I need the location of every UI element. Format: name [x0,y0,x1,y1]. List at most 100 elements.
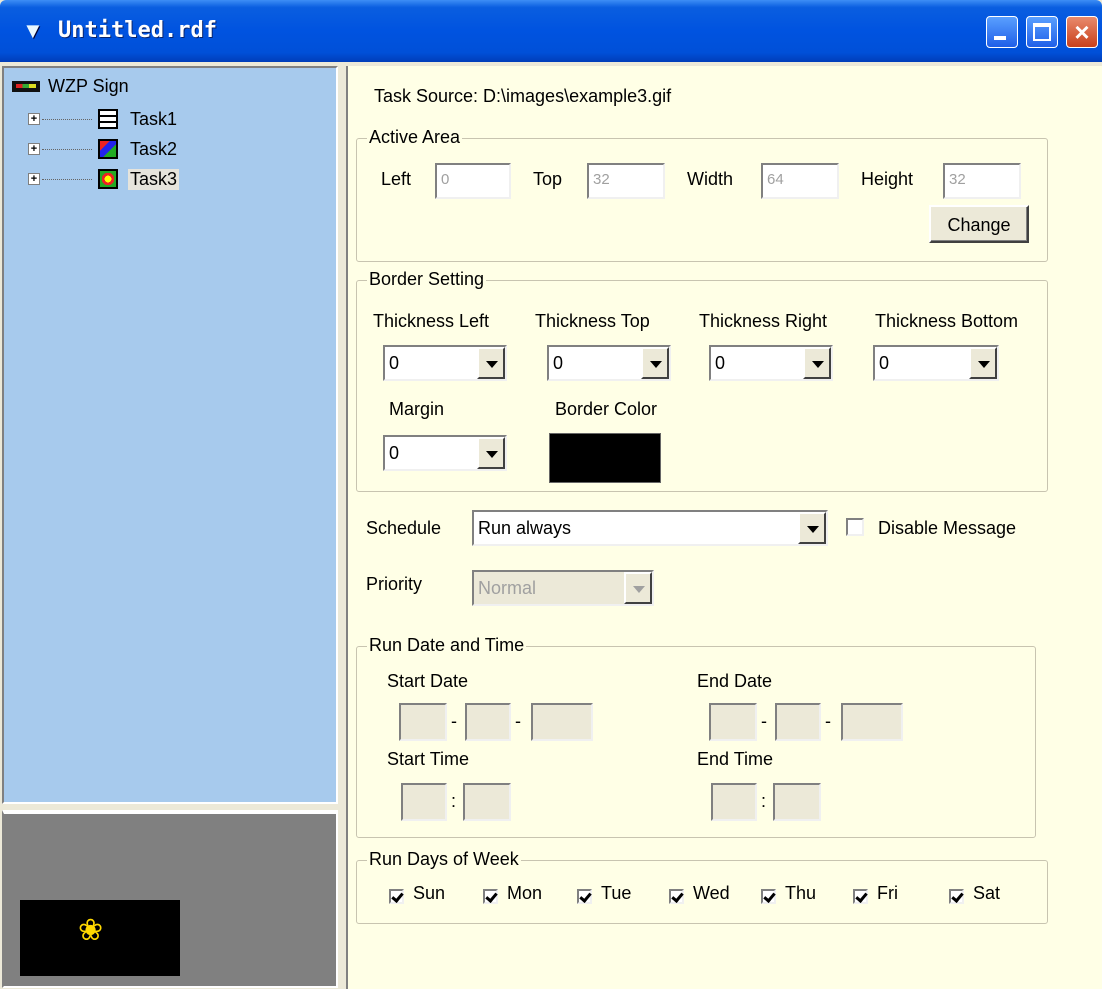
height-field[interactable]: 32 [943,163,1021,199]
width-label: Width [687,169,734,189]
height-label: Height [861,169,914,189]
end-time-label: End Time [697,749,774,769]
start-minute-field[interactable] [463,783,511,821]
date-separator: - [515,711,521,731]
border-color-label: Border Color [555,399,658,419]
thickness-top-label: Thickness Top [535,311,650,331]
day-label-sun: Sun [413,883,446,903]
width-field[interactable]: 64 [761,163,839,199]
margin-select[interactable]: 0 [383,435,507,471]
end-date-label: End Date [697,671,773,691]
tree-connector [42,178,92,180]
tree-item-task2[interactable]: + Task2 [28,136,179,162]
end-day-field[interactable] [841,703,903,741]
start-time-label: Start Time [387,749,470,769]
chevron-down-icon[interactable] [641,347,669,379]
chevron-down-icon[interactable] [969,347,997,379]
border-color-swatch[interactable] [549,433,661,483]
gif-image-icon [98,169,118,189]
close-button[interactable]: × [1066,16,1098,48]
flower-icon: ❀ [78,914,104,947]
priority-label: Priority [366,574,423,594]
tree-item-label: Task1 [130,108,178,129]
disable-message-checkbox[interactable] [846,518,864,536]
title-bar[interactable]: ▼ Untitled.rdf × [0,0,1102,62]
end-minute-field[interactable] [773,783,821,821]
task-source-label: Task Source: D:\images\example3.gif [374,86,672,106]
disable-message-label: Disable Message [878,518,1017,538]
date-separator: - [825,711,831,731]
thickness-left-value: 0 [389,353,400,373]
run-days-group: Run Days of Week Sun Mon Tue Wed Thu Fri… [356,849,1048,924]
thickness-bottom-value: 0 [879,353,890,373]
run-date-time-title: Run Date and Time [367,635,527,656]
day-checkbox-tue[interactable] [577,889,592,904]
properties-panel: Task Source: D:\images\example3.gif Acti… [346,66,1102,989]
thickness-right-select[interactable]: 0 [709,345,833,381]
chevron-down-icon [624,572,652,604]
margin-label: Margin [389,399,445,419]
day-checkbox-mon[interactable] [483,889,498,904]
start-year-field[interactable] [399,703,447,741]
thickness-left-label: Thickness Left [373,311,490,331]
day-checkbox-wed[interactable] [669,889,684,904]
end-month-field[interactable] [775,703,821,741]
chevron-down-icon[interactable] [477,347,505,379]
date-separator: - [451,711,457,731]
end-year-field[interactable] [709,703,757,741]
expand-icon[interactable]: + [28,113,40,125]
priority-select[interactable]: Normal [472,570,654,606]
task-tree[interactable]: WZP Sign + Task1 + Task2 + Task3 [2,66,338,804]
top-field[interactable]: 32 [587,163,665,199]
thickness-right-value: 0 [715,353,726,373]
schedule-select[interactable]: Run always [472,510,828,546]
priority-value: Normal [478,578,537,598]
chevron-down-icon[interactable] [798,512,826,544]
tree-item-label-selected: Task3 [128,168,180,190]
start-day-field[interactable] [531,703,593,741]
run-days-title: Run Days of Week [367,849,521,870]
minimize-button[interactable] [986,16,1018,48]
maximize-button[interactable] [1026,16,1058,48]
thickness-top-select[interactable]: 0 [547,345,671,381]
day-label-sat: Sat [973,883,1001,903]
chevron-down-icon[interactable] [477,437,505,469]
day-checkbox-fri[interactable] [853,889,868,904]
day-label-thu: Thu [785,883,817,903]
app-icon[interactable]: ▼ [22,18,44,44]
start-hour-field[interactable] [401,783,447,821]
tree-connector [42,148,92,150]
day-label-tue: Tue [601,883,632,903]
tree-root-node[interactable]: WZP Sign [12,74,131,98]
start-date-label: Start Date [387,671,469,691]
expand-icon[interactable]: + [28,173,40,185]
thickness-top-value: 0 [553,353,564,373]
document-icon [98,109,118,129]
thickness-bottom-select[interactable]: 0 [873,345,999,381]
thickness-right-label: Thickness Right [699,311,828,331]
run-date-time-group: Run Date and Time Start Date End Date - … [356,635,1036,838]
day-label-wed: Wed [693,883,730,903]
tree-item-task3[interactable]: + Task3 [28,166,180,192]
change-button[interactable]: Change [929,205,1029,243]
day-checkbox-sat[interactable] [949,889,964,904]
thickness-left-select[interactable]: 0 [383,345,507,381]
tree-connector [42,118,92,120]
border-setting-title: Border Setting [367,269,487,290]
left-label: Left [381,169,412,189]
chevron-down-icon[interactable] [803,347,831,379]
end-hour-field[interactable] [711,783,757,821]
maximize-icon [1033,23,1051,41]
expand-icon[interactable]: + [28,143,40,155]
day-checkbox-thu[interactable] [761,889,776,904]
border-setting-group: Border Setting Thickness Left Thickness … [356,269,1048,492]
preview-panel: ❀ [2,810,338,988]
close-icon: × [1074,17,1090,47]
sign-icon [12,80,40,92]
start-month-field[interactable] [465,703,511,741]
tree-item-task1[interactable]: + Task1 [28,106,179,132]
schedule-label: Schedule [366,518,442,538]
day-checkbox-sun[interactable] [389,889,404,904]
minimize-icon [994,36,1006,40]
left-field[interactable]: 0 [435,163,511,199]
